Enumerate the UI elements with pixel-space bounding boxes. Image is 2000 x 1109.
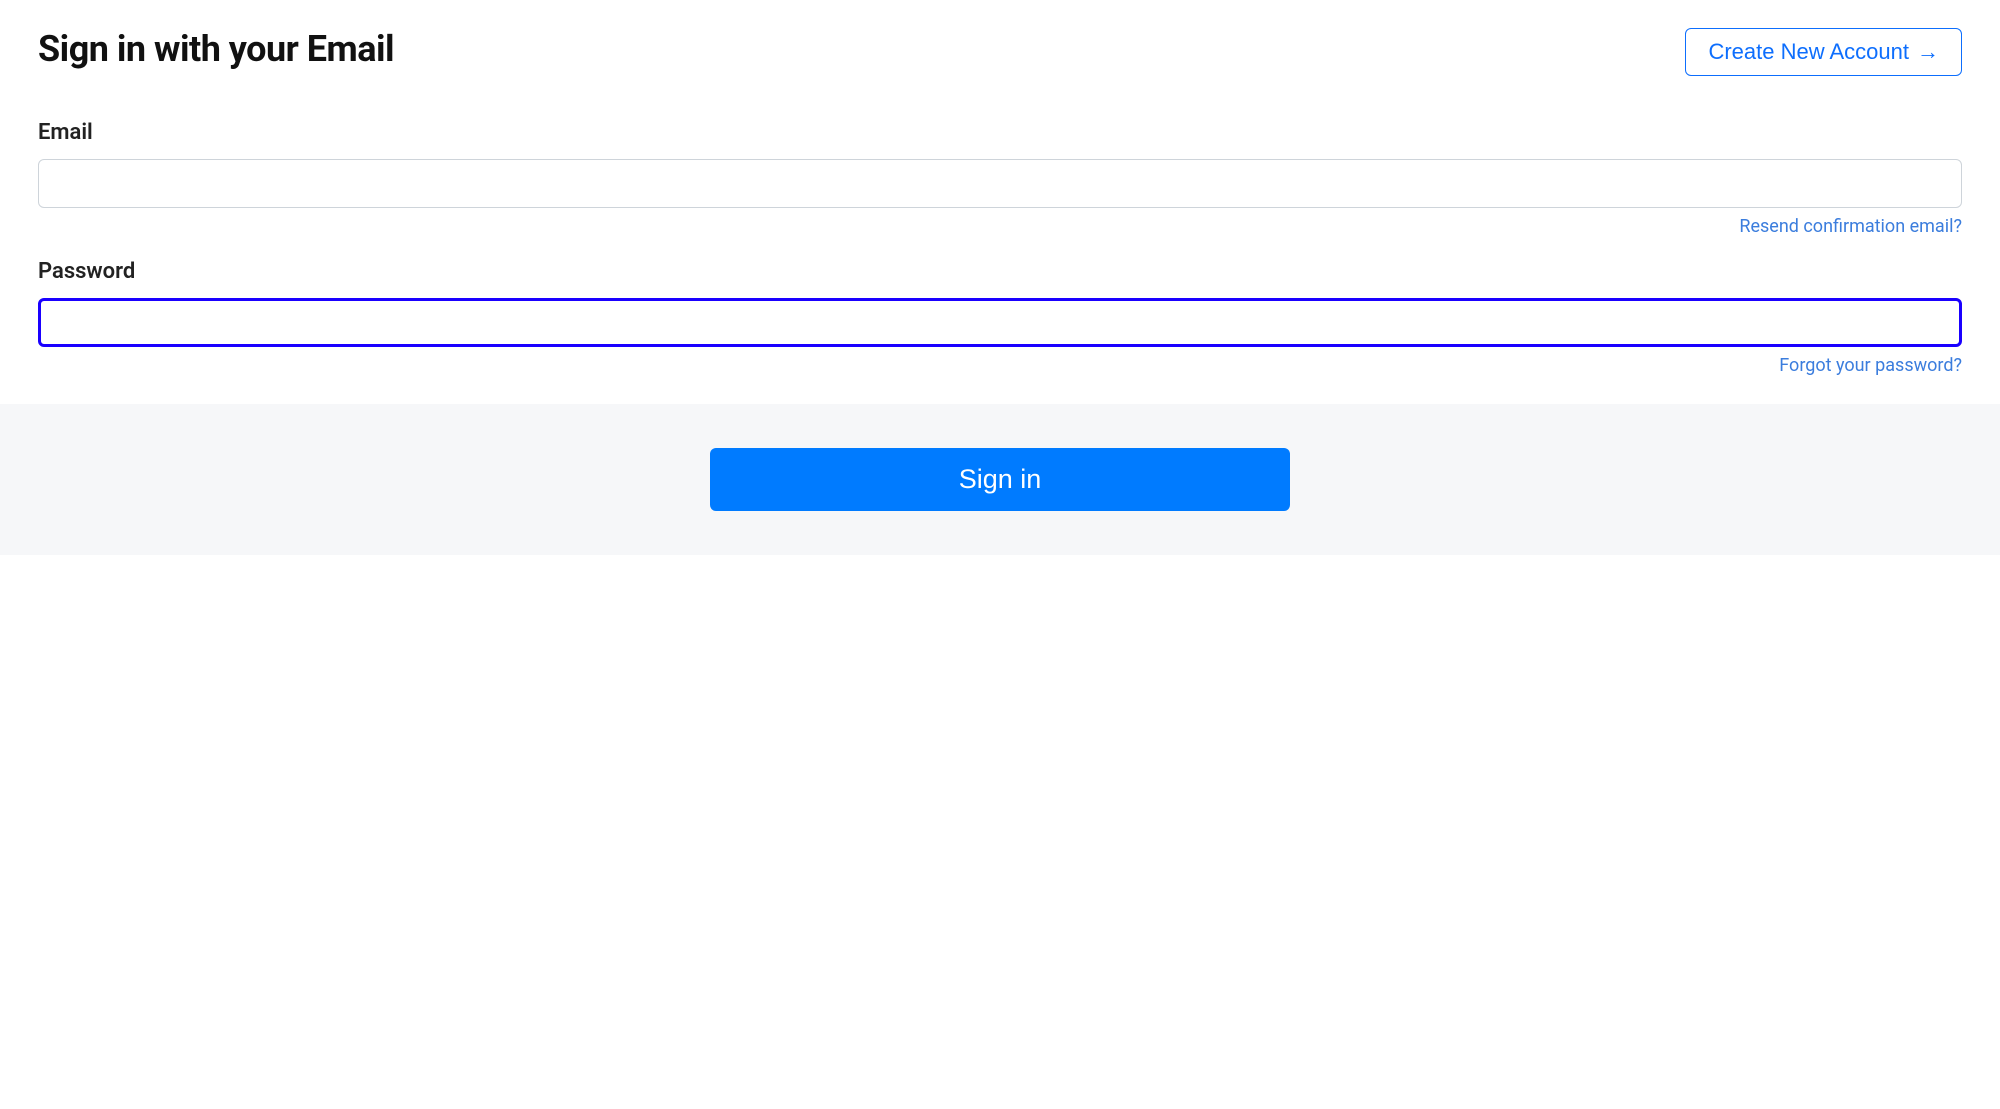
password-helper-row: Forgot your password? xyxy=(38,355,1962,376)
header-row: Sign in with your Email Create New Accou… xyxy=(0,0,2000,76)
signin-button[interactable]: Sign in xyxy=(710,448,1290,511)
page-title: Sign in with your Email xyxy=(38,28,394,70)
signin-page: Sign in with your Email Create New Accou… xyxy=(0,0,2000,555)
email-group: Email Resend confirmation email? xyxy=(38,120,1962,237)
forgot-password-link[interactable]: Forgot your password? xyxy=(1779,355,1962,376)
footer-bar: Sign in xyxy=(0,404,2000,555)
create-account-button[interactable]: Create New Account → xyxy=(1685,28,1962,76)
signin-form: Email Resend confirmation email? Passwor… xyxy=(0,120,2000,376)
email-field[interactable] xyxy=(38,159,1962,208)
password-field[interactable] xyxy=(38,298,1962,347)
create-account-label: Create New Account xyxy=(1708,39,1909,65)
password-group: Password Forgot your password? xyxy=(38,259,1962,376)
password-label: Password xyxy=(38,259,1962,284)
arrow-right-icon: → xyxy=(1917,41,1939,63)
email-label: Email xyxy=(38,120,1962,145)
resend-confirmation-link[interactable]: Resend confirmation email? xyxy=(1739,216,1962,237)
email-helper-row: Resend confirmation email? xyxy=(38,216,1962,237)
